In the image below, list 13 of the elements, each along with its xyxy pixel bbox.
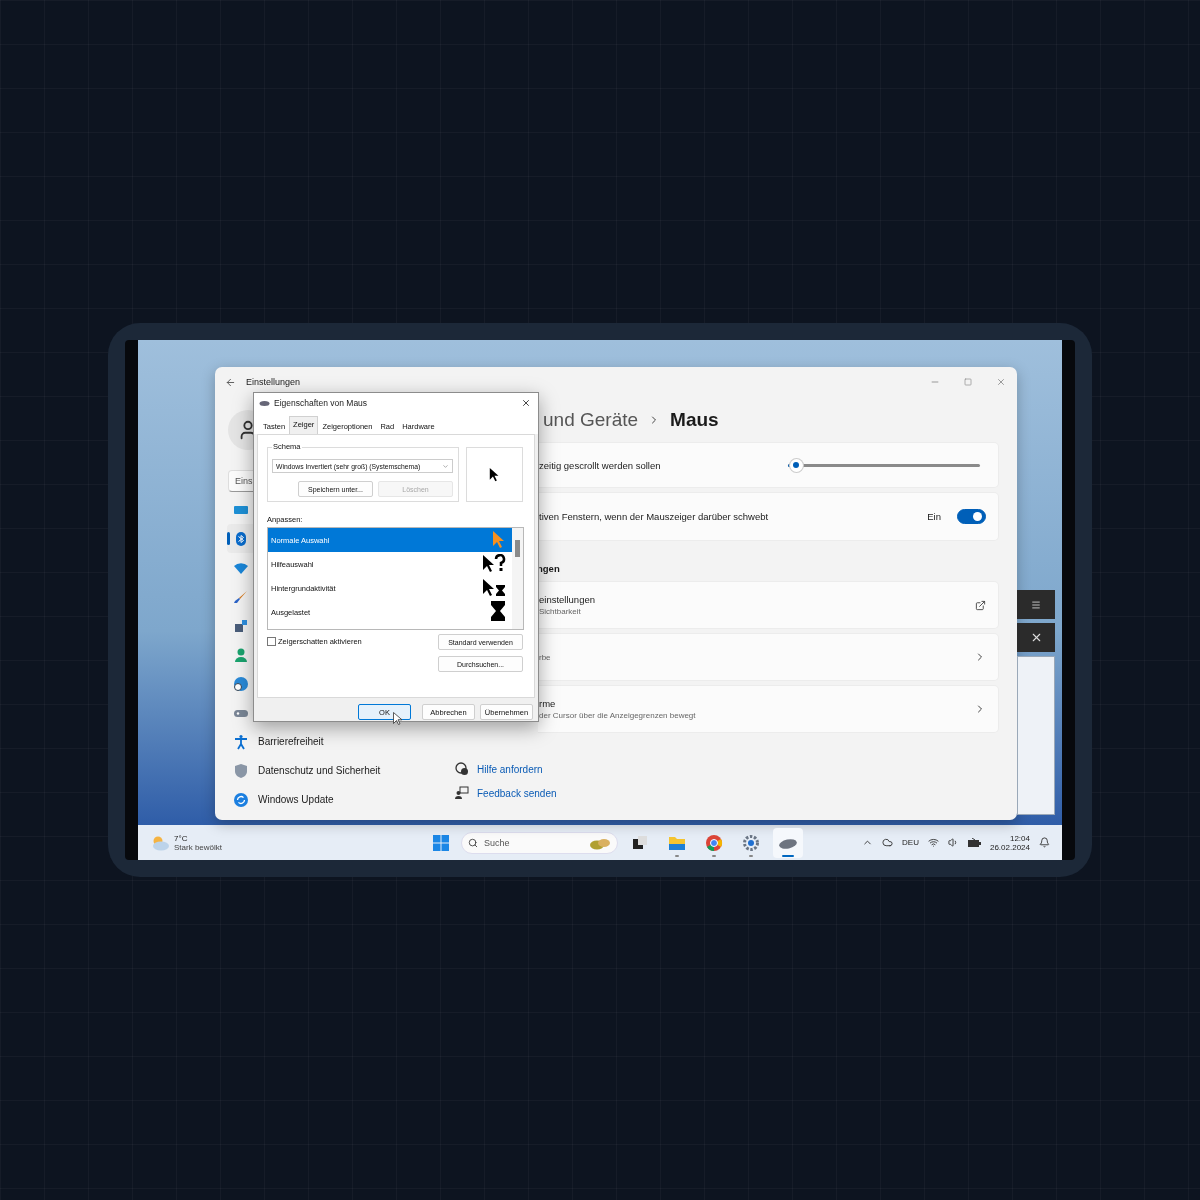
weather-temperature: 7°C	[174, 833, 189, 843]
window-title: Einstellungen	[246, 377, 301, 387]
setting-description: Sichtbarkeit	[539, 607, 582, 616]
weather-condition: Stark bewölkt	[174, 842, 223, 852]
setting-description: der Cursor über die Anzeigegrenzen bewegt	[539, 711, 696, 720]
setting-title: einstellungen	[539, 594, 595, 605]
setting-label: zeitig gescrollt werden sollen	[539, 459, 661, 471]
setting-label: tiven Fenstern, wenn der Mauszeiger darüber schwebt	[539, 511, 769, 522]
dialog-title: Eigenschaften von Maus	[274, 398, 368, 408]
setting-description: rbe	[539, 652, 551, 662]
page-title: Maus	[670, 409, 719, 431]
setting-title: rme	[539, 698, 557, 709]
toggle-state: Ein	[927, 511, 941, 522]
